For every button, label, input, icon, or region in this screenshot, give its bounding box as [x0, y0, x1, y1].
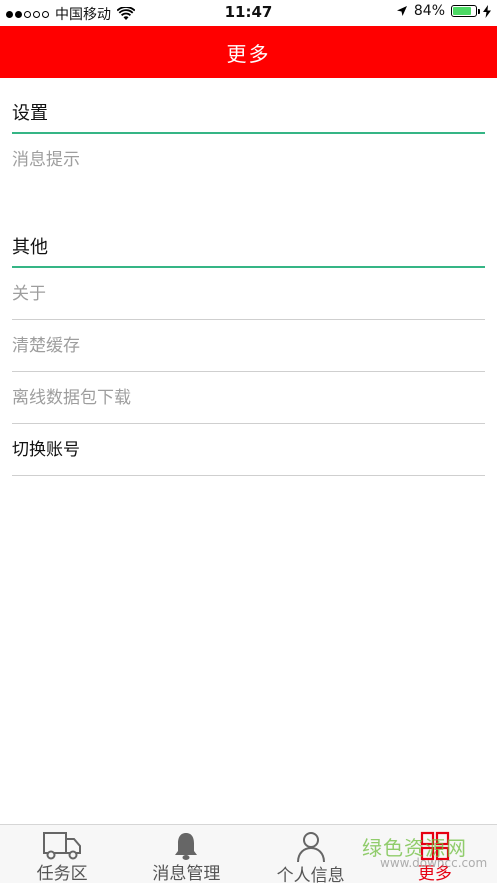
tab-bar: 任务区 消息管理 个人信息 更多 — [0, 824, 497, 883]
truck-icon — [42, 831, 82, 861]
tab-label: 任务区 — [36, 864, 88, 883]
battery-percent: 84% — [413, 3, 445, 19]
location-arrow-icon — [396, 6, 407, 16]
status-bar: 中国移动 11:47 84% — [0, 0, 497, 26]
menu-item-clear-cache[interactable]: 清楚缓存 — [12, 320, 485, 372]
person-icon — [291, 831, 331, 863]
tab-label: 更多 — [417, 864, 452, 883]
settings-section: 设置 消息提示 — [12, 78, 485, 186]
bell-icon — [166, 831, 206, 861]
menu-item-message-notification[interactable]: 消息提示 — [12, 134, 485, 186]
page-title: 更多 — [226, 41, 271, 66]
battery-level-fill — [453, 7, 472, 15]
tab-message-management[interactable]: 消息管理 — [124, 825, 248, 883]
other-section: 其他 关于 清楚缓存 离线数据包下载 切换账号 — [12, 212, 485, 476]
grid-icon — [415, 831, 455, 861]
status-right: 84% — [396, 3, 491, 19]
section-header-other: 其他 — [12, 212, 485, 268]
menu-item-about[interactable]: 关于 — [12, 268, 485, 320]
charging-bolt-icon — [483, 4, 491, 18]
tab-task-area[interactable]: 任务区 — [0, 825, 124, 883]
navigation-bar: 更多 — [0, 26, 497, 78]
app-screen: 中国移动 11:47 84% 更多 设置 消息提示 其他 关于 清楚缓存 离线数… — [0, 0, 497, 883]
tab-label: 个人信息 — [276, 866, 345, 883]
tab-more[interactable]: 更多 — [373, 825, 497, 883]
menu-item-offline-data-download[interactable]: 离线数据包下载 — [12, 372, 485, 424]
tab-personal-info[interactable]: 个人信息 — [249, 825, 373, 883]
menu-item-switch-account[interactable]: 切换账号 — [12, 424, 485, 476]
section-header-settings: 设置 — [12, 78, 485, 134]
tab-label: 消息管理 — [152, 864, 221, 883]
battery-icon — [451, 5, 480, 17]
